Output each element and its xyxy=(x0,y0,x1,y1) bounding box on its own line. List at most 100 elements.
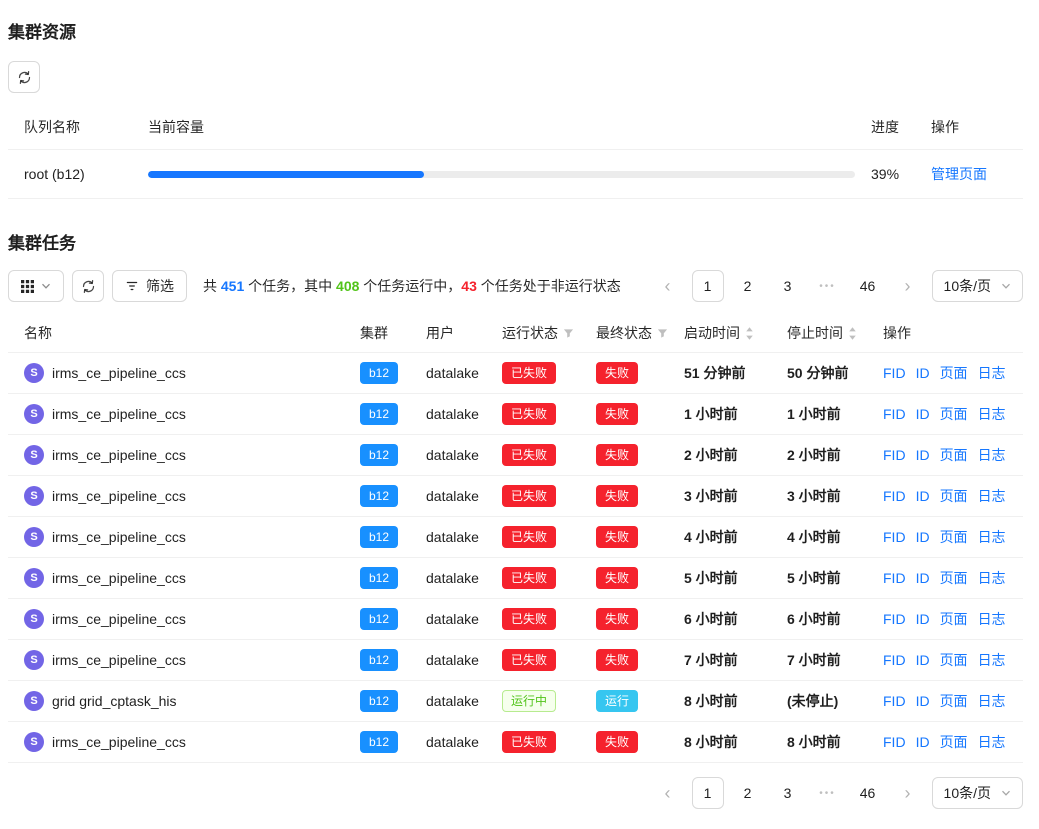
page-button-46[interactable]: 46 xyxy=(852,777,884,809)
page-link[interactable]: 页面 xyxy=(940,406,968,422)
table-row: S irms_ce_pipeline_ccs b12 datalake 已失败 … xyxy=(8,435,1023,476)
fid-link[interactable]: FID xyxy=(883,488,906,504)
col-progress: 进度 xyxy=(871,105,931,150)
run-status-cell: 运行中 xyxy=(502,681,596,722)
stop-time: 8 小时前 xyxy=(787,722,883,763)
refresh-resources-button[interactable] xyxy=(8,61,40,93)
final-status-cell: 失败 xyxy=(596,558,684,599)
page-link[interactable]: 页面 xyxy=(940,488,968,504)
fid-link[interactable]: FID xyxy=(883,652,906,668)
id-link[interactable]: ID xyxy=(916,488,930,504)
task-name: irms_ce_pipeline_ccs xyxy=(52,652,186,668)
fid-link[interactable]: FID xyxy=(883,365,906,381)
page-link[interactable]: 页面 xyxy=(940,570,968,586)
page-link[interactable]: 页面 xyxy=(940,611,968,627)
start-time: 5 小时前 xyxy=(684,558,787,599)
id-link[interactable]: ID xyxy=(916,611,930,627)
id-link[interactable]: ID xyxy=(916,652,930,668)
log-link[interactable]: 日志 xyxy=(978,693,1006,709)
log-link[interactable]: 日志 xyxy=(978,488,1006,504)
page-button-3[interactable]: 3 xyxy=(772,777,804,809)
run-status-cell: 已失败 xyxy=(502,476,596,517)
task-name: irms_ce_pipeline_ccs xyxy=(52,570,186,586)
id-link[interactable]: ID xyxy=(916,529,930,545)
fid-link[interactable]: FID xyxy=(883,611,906,627)
run-status-badge: 已失败 xyxy=(502,444,556,466)
page-size-select[interactable]: 10条/页 xyxy=(932,777,1023,809)
fid-link[interactable]: FID xyxy=(883,570,906,586)
run-status-badge: 已失败 xyxy=(502,608,556,630)
filter-button[interactable]: 筛选 xyxy=(112,270,187,302)
final-status-cell: 失败 xyxy=(596,476,684,517)
id-link[interactable]: ID xyxy=(916,447,930,463)
cluster-cell: b12 xyxy=(360,517,426,558)
log-link[interactable]: 日志 xyxy=(978,406,1006,422)
page-link[interactable]: 页面 xyxy=(940,734,968,750)
fid-link[interactable]: FID xyxy=(883,447,906,463)
next-page-button[interactable]: › xyxy=(892,777,924,809)
log-link[interactable]: 日志 xyxy=(978,570,1006,586)
page-button-2[interactable]: 2 xyxy=(732,777,764,809)
log-link[interactable]: 日志 xyxy=(978,447,1006,463)
task-name: irms_ce_pipeline_ccs xyxy=(52,406,186,422)
tasks-toolbar: 筛选 共 451 个任务，其中 408 个任务运行中，43 个任务处于非运行状态… xyxy=(8,270,1023,302)
id-link[interactable]: ID xyxy=(916,406,930,422)
fid-link[interactable]: FID xyxy=(883,406,906,422)
id-link[interactable]: ID xyxy=(916,570,930,586)
id-link[interactable]: ID xyxy=(916,693,930,709)
start-time: 3 小时前 xyxy=(684,476,787,517)
run-status-badge: 已失败 xyxy=(502,485,556,507)
summary-text: 个任务处于非运行状态 xyxy=(477,278,621,294)
user-cell: datalake xyxy=(426,394,502,435)
final-status-badge: 运行 xyxy=(596,690,638,712)
sort-caret-icon[interactable] xyxy=(745,326,754,341)
page-button-3[interactable]: 3 xyxy=(772,270,804,302)
filter-funnel-icon[interactable] xyxy=(563,328,574,339)
refresh-tasks-button[interactable] xyxy=(72,270,104,302)
page-link[interactable]: 页面 xyxy=(940,447,968,463)
cluster-tasks-table: 名称 集群 用户 运行状态 最终状态 启动时间 xyxy=(8,314,1023,763)
row-actions: FID ID 页面日志 xyxy=(883,435,1023,476)
run-status-cell: 已失败 xyxy=(502,435,596,476)
summary-text: 共 xyxy=(203,278,221,294)
column-settings-button[interactable] xyxy=(8,270,64,302)
stop-time: 2 小时前 xyxy=(787,435,883,476)
name-cell: S irms_ce_pipeline_ccs xyxy=(8,722,360,763)
manage-page-link[interactable]: 管理页面 xyxy=(931,166,987,182)
id-link[interactable]: ID xyxy=(916,365,930,381)
run-status-cell: 已失败 xyxy=(502,722,596,763)
cluster-badge: b12 xyxy=(360,485,398,507)
page: 集群资源 队列名称 当前容量 进度 操作 root (b12) xyxy=(0,0,1039,829)
final-status-badge: 失败 xyxy=(596,362,638,384)
page-button-46[interactable]: 46 xyxy=(852,270,884,302)
fid-link[interactable]: FID xyxy=(883,529,906,545)
sort-caret-icon[interactable] xyxy=(848,326,857,341)
cluster-cell: b12 xyxy=(360,640,426,681)
prev-page-button[interactable]: ‹ xyxy=(652,777,684,809)
next-page-button[interactable]: › xyxy=(892,270,924,302)
log-link[interactable]: 日志 xyxy=(978,529,1006,545)
prev-page-button[interactable]: ‹ xyxy=(652,270,684,302)
page-link[interactable]: 页面 xyxy=(940,652,968,668)
page-button-1[interactable]: 1 xyxy=(692,777,724,809)
log-link[interactable]: 日志 xyxy=(978,652,1006,668)
page-button-1[interactable]: 1 xyxy=(692,270,724,302)
cluster-resources-title: 集群资源 xyxy=(8,18,1023,43)
page-link[interactable]: 页面 xyxy=(940,529,968,545)
log-link[interactable]: 日志 xyxy=(978,365,1006,381)
page-button-2[interactable]: 2 xyxy=(732,270,764,302)
id-link[interactable]: ID xyxy=(916,734,930,750)
name-cell: S grid grid_cptask_his xyxy=(8,681,360,722)
fid-link[interactable]: FID xyxy=(883,734,906,750)
cluster-cell: b12 xyxy=(360,681,426,722)
final-status-badge: 失败 xyxy=(596,526,638,548)
fid-link[interactable]: FID xyxy=(883,693,906,709)
page-size-select[interactable]: 10条/页 xyxy=(932,270,1023,302)
page-link[interactable]: 页面 xyxy=(940,365,968,381)
filter-funnel-icon[interactable] xyxy=(657,328,668,339)
refresh-icon xyxy=(17,70,32,85)
log-link[interactable]: 日志 xyxy=(978,611,1006,627)
page-link[interactable]: 页面 xyxy=(940,693,968,709)
log-link[interactable]: 日志 xyxy=(978,734,1006,750)
row-actions: FID ID 页面日志 xyxy=(883,722,1023,763)
